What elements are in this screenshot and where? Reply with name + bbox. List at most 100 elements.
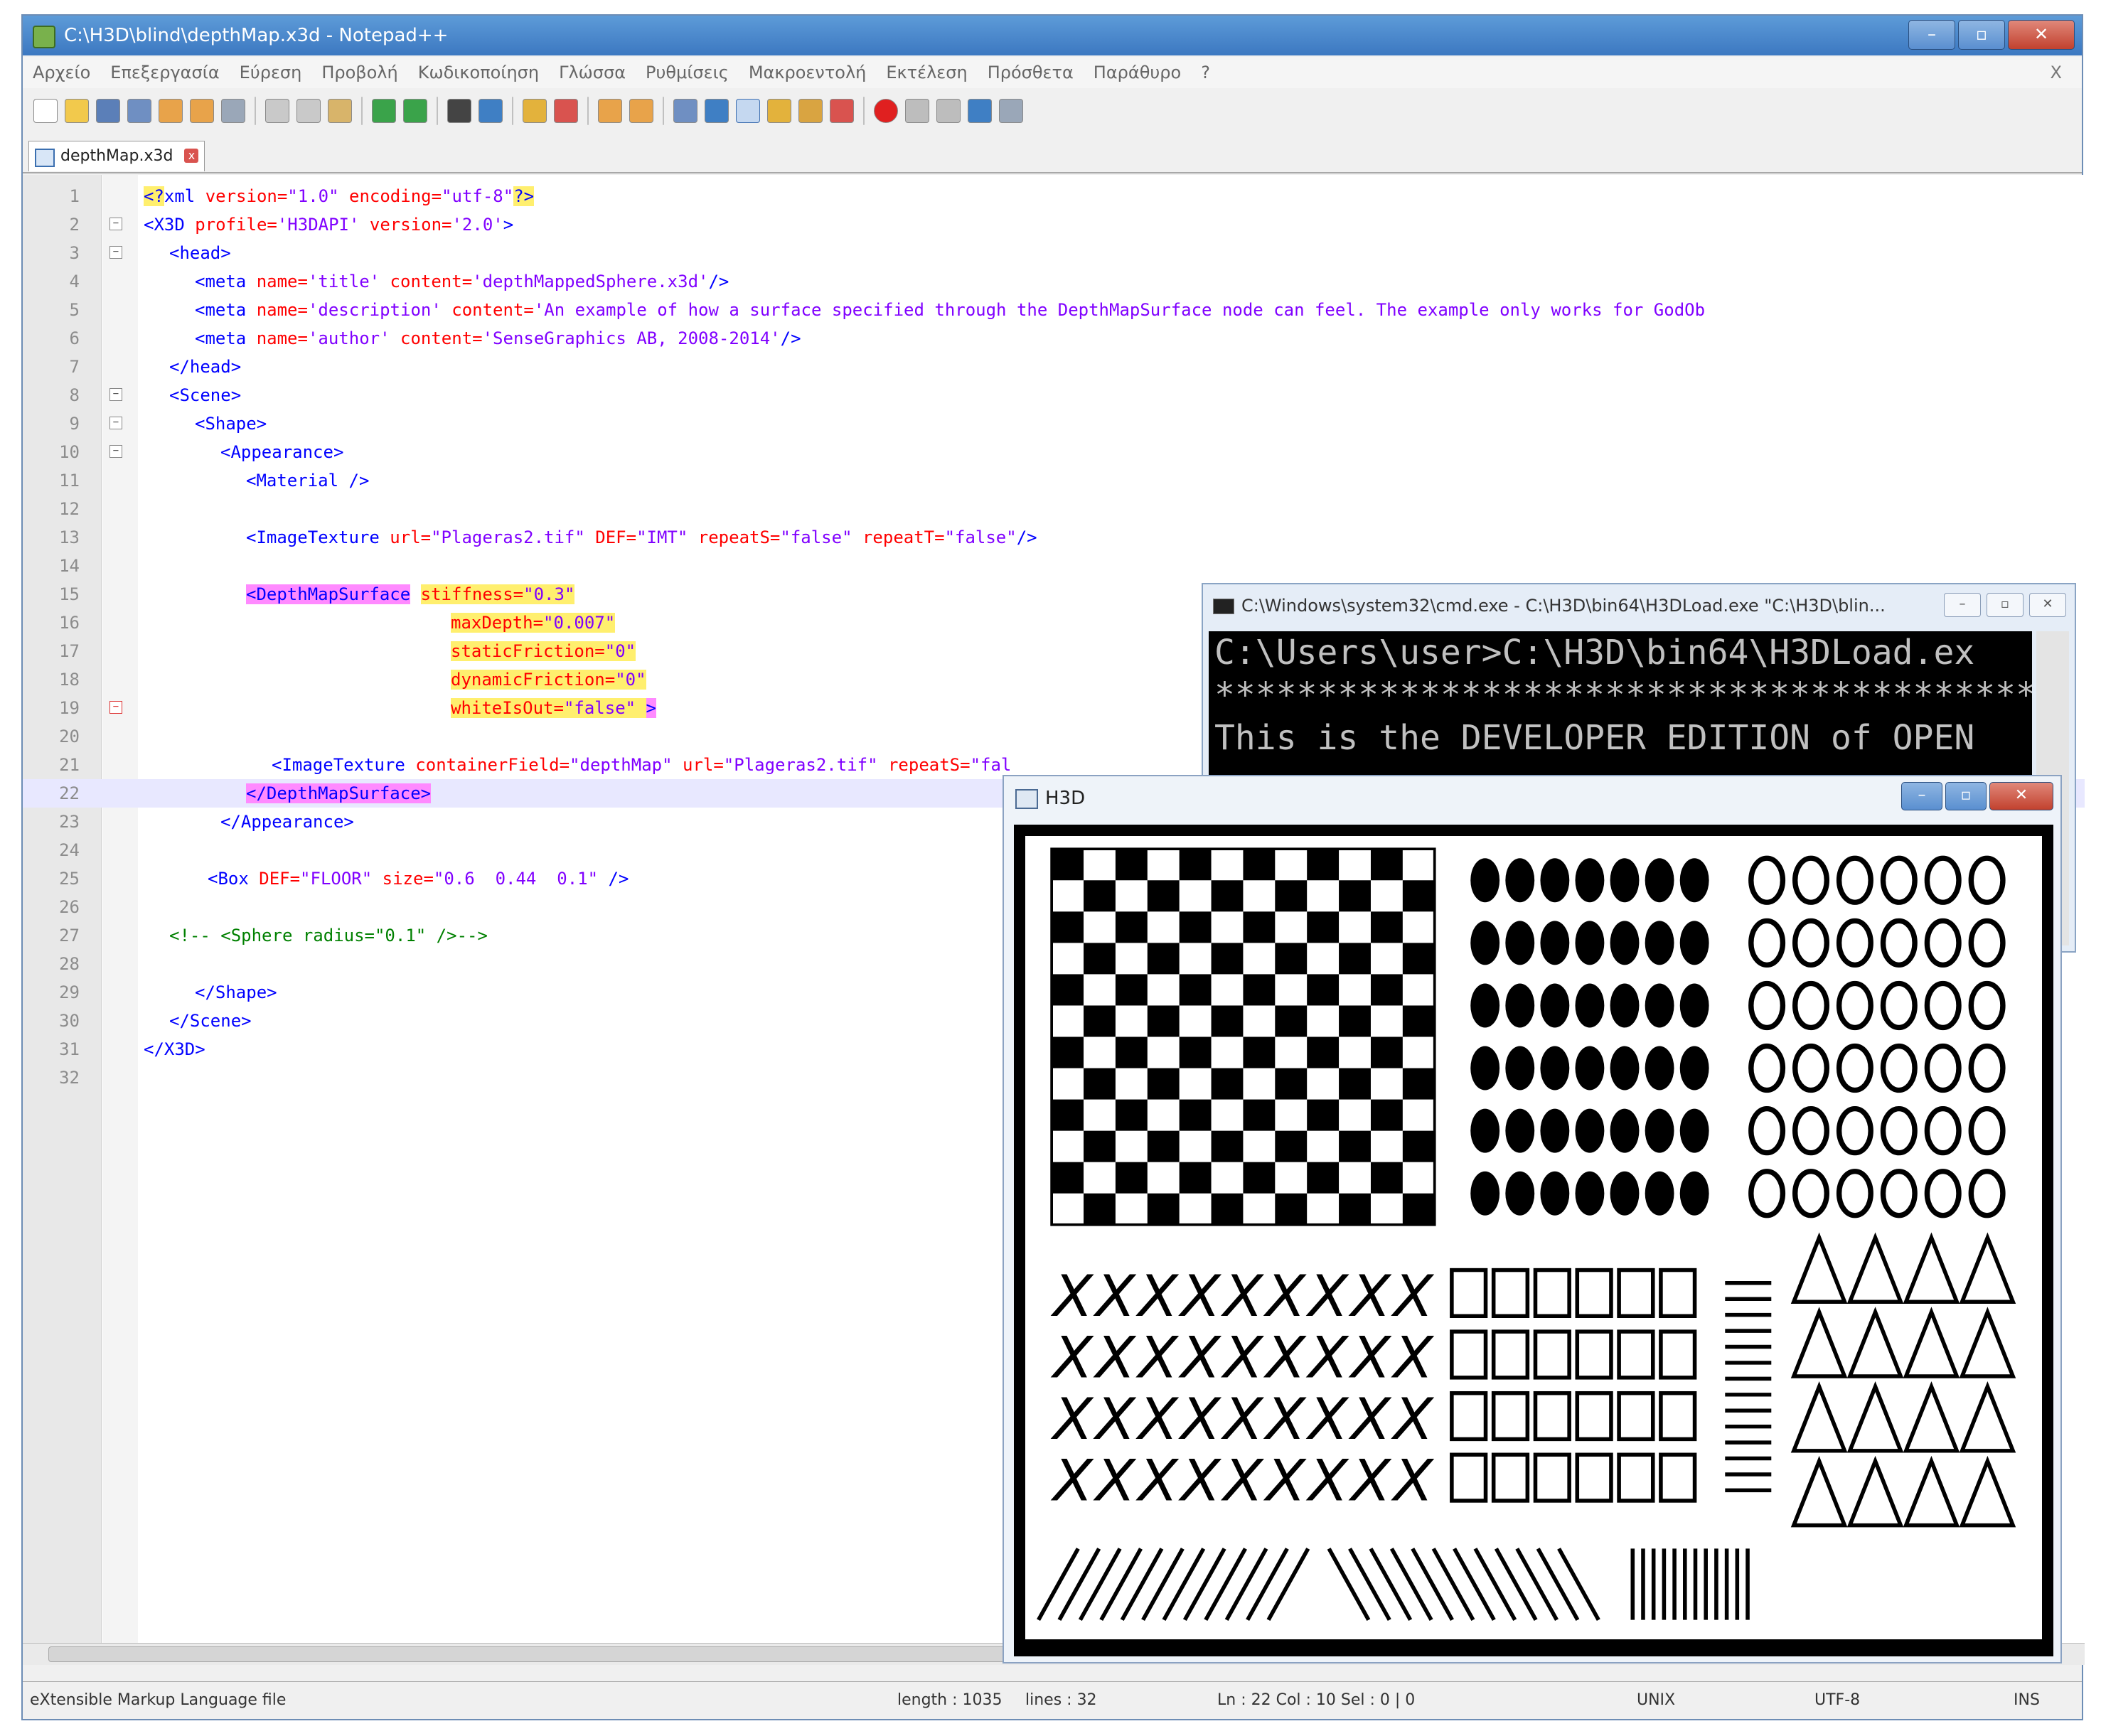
- x-mark: X: [1391, 1325, 1435, 1391]
- fold-toggle-icon[interactable]: −: [109, 445, 122, 458]
- folder-as-workspace-icon[interactable]: [830, 99, 854, 123]
- back-slash: [1453, 1548, 1496, 1621]
- x-mark: X: [1348, 1387, 1392, 1453]
- fold-toggle-icon[interactable]: −: [109, 246, 122, 259]
- code-line: 7 </head>: [69, 357, 242, 377]
- cmd-minimize-button[interactable]: –: [1944, 593, 1981, 617]
- x-mark: X: [1178, 1387, 1222, 1453]
- stop-macro-icon[interactable]: [905, 99, 929, 123]
- save-all-icon[interactable]: [127, 99, 151, 123]
- h3d-render-canvas[interactable]: XXXXXXXXXXXXXXXXXXXXXXXXXXXXXXXXXXXX: [1014, 825, 2053, 1656]
- status-encoding[interactable]: UTF-8: [1814, 1682, 1860, 1719]
- open-square: [1450, 1268, 1488, 1318]
- h3d-minimize-button[interactable]: –: [1901, 782, 1942, 810]
- close-document-x[interactable]: X: [2051, 63, 2062, 82]
- maximize-button[interactable]: ▫: [1958, 20, 2005, 50]
- checker-square: [1307, 1099, 1340, 1131]
- open-square: [1575, 1391, 1613, 1442]
- play-macro-icon[interactable]: [936, 99, 961, 123]
- status-insert-mode[interactable]: INS: [2014, 1682, 2040, 1719]
- filled-dot: [1679, 1108, 1709, 1153]
- checker-square: [1052, 1099, 1084, 1131]
- copy-icon[interactable]: [296, 99, 321, 123]
- fold-toggle-icon[interactable]: −: [109, 417, 122, 429]
- zoom-in-icon[interactable]: [523, 99, 547, 123]
- sync-horizontal-icon[interactable]: [629, 99, 653, 123]
- menu-file[interactable]: Αρχείο: [33, 63, 90, 82]
- filled-dot: [1645, 921, 1674, 965]
- record-macro-icon[interactable]: [874, 99, 898, 123]
- checker-square: [1115, 1162, 1148, 1194]
- open-file-icon[interactable]: [65, 99, 89, 123]
- menu-view[interactable]: Προβολή: [321, 63, 397, 82]
- menu-settings[interactable]: Ρυθμίσεις: [646, 63, 729, 82]
- document-map-icon[interactable]: [767, 99, 791, 123]
- menu-edit[interactable]: Επεξεργασία: [110, 63, 219, 82]
- close-file-icon[interactable]: [159, 99, 183, 123]
- menu-search[interactable]: Εύρεση: [240, 63, 302, 82]
- x-mark: X: [1305, 1264, 1349, 1330]
- ring: [1748, 1106, 1786, 1156]
- minimize-button[interactable]: –: [1908, 20, 1955, 50]
- close-all-icon[interactable]: [190, 99, 214, 123]
- ring: [1836, 1169, 1873, 1218]
- fold-toggle-icon[interactable]: −: [109, 388, 122, 401]
- x-mark: X: [1391, 1448, 1435, 1514]
- sync-vertical-icon[interactable]: [598, 99, 622, 123]
- menu-plugins[interactable]: Πρόσθετα: [988, 63, 1074, 82]
- function-list-icon[interactable]: [798, 99, 823, 123]
- open-triangle: [1903, 1455, 1960, 1528]
- menu-run[interactable]: Εκτέλεση: [886, 63, 967, 82]
- new-file-icon[interactable]: [33, 99, 58, 123]
- h3d-maximize-button[interactable]: ▫: [1945, 782, 1987, 810]
- show-all-chars-icon[interactable]: [705, 99, 729, 123]
- back-slash: [1431, 1548, 1475, 1621]
- checker-square: [1275, 880, 1308, 912]
- menu-window[interactable]: Παράθυρο: [1094, 63, 1181, 82]
- title-bar: C:\H3D\blind\depthMap.x3d - Notepad++ – …: [23, 16, 2082, 55]
- redo-icon[interactable]: [403, 99, 427, 123]
- tab-close-icon[interactable]: x: [184, 149, 199, 163]
- fold-toggle-icon[interactable]: −: [109, 701, 122, 714]
- replace-icon[interactable]: [479, 99, 503, 123]
- ring: [1924, 918, 1962, 968]
- print-icon[interactable]: [221, 99, 245, 123]
- cut-icon[interactable]: [265, 99, 289, 123]
- zoom-out-icon[interactable]: [554, 99, 578, 123]
- h3d-close-button[interactable]: ✕: [1989, 782, 2053, 810]
- save-icon[interactable]: [96, 99, 120, 123]
- tab-depthmap-x3d[interactable]: depthMap.x3d x: [28, 141, 205, 171]
- menu-help[interactable]: ?: [1201, 63, 1210, 82]
- h3d-window[interactable]: H3D – ▫ ✕ XXXXXXXXXXXXXXXXXXXXXXXXXXXXXX…: [1003, 775, 2062, 1663]
- run-macro-multiple-icon[interactable]: [968, 99, 992, 123]
- menu-language[interactable]: Γλώσσα: [559, 63, 626, 82]
- close-button[interactable]: ✕: [2008, 20, 2075, 50]
- fold-toggle-icon[interactable]: −: [109, 218, 122, 230]
- cmd-maximize-button[interactable]: ▫: [1987, 593, 2024, 617]
- ring: [1968, 918, 2006, 968]
- paste-icon[interactable]: [328, 99, 352, 123]
- save-macro-icon[interactable]: [999, 99, 1023, 123]
- forward-slash: [1099, 1548, 1143, 1621]
- menu-macro[interactable]: Μακροεντολή: [749, 63, 867, 82]
- checker-square: [1370, 849, 1403, 881]
- word-wrap-icon[interactable]: [673, 99, 697, 123]
- indent-guide-icon[interactable]: [736, 99, 760, 123]
- ring: [1880, 1106, 1918, 1156]
- checker-square: [1115, 974, 1148, 1006]
- checker-square: [1243, 1099, 1276, 1131]
- cmd-close-button[interactable]: ✕: [2029, 593, 2066, 617]
- back-slash: [1494, 1548, 1538, 1621]
- ring: [1880, 918, 1918, 968]
- forward-slash: [1246, 1548, 1289, 1621]
- filled-dot: [1575, 1046, 1605, 1091]
- status-eol[interactable]: UNIX: [1637, 1682, 1675, 1719]
- toolbar-separator: [863, 97, 865, 125]
- menu-encoding[interactable]: Κωδικοποίηση: [418, 63, 539, 82]
- open-triangle: [1959, 1381, 2016, 1453]
- open-square: [1491, 1329, 1530, 1380]
- checker-square: [1211, 943, 1244, 975]
- find-icon[interactable]: [447, 99, 471, 123]
- undo-icon[interactable]: [372, 99, 396, 123]
- back-slash: [1536, 1548, 1580, 1621]
